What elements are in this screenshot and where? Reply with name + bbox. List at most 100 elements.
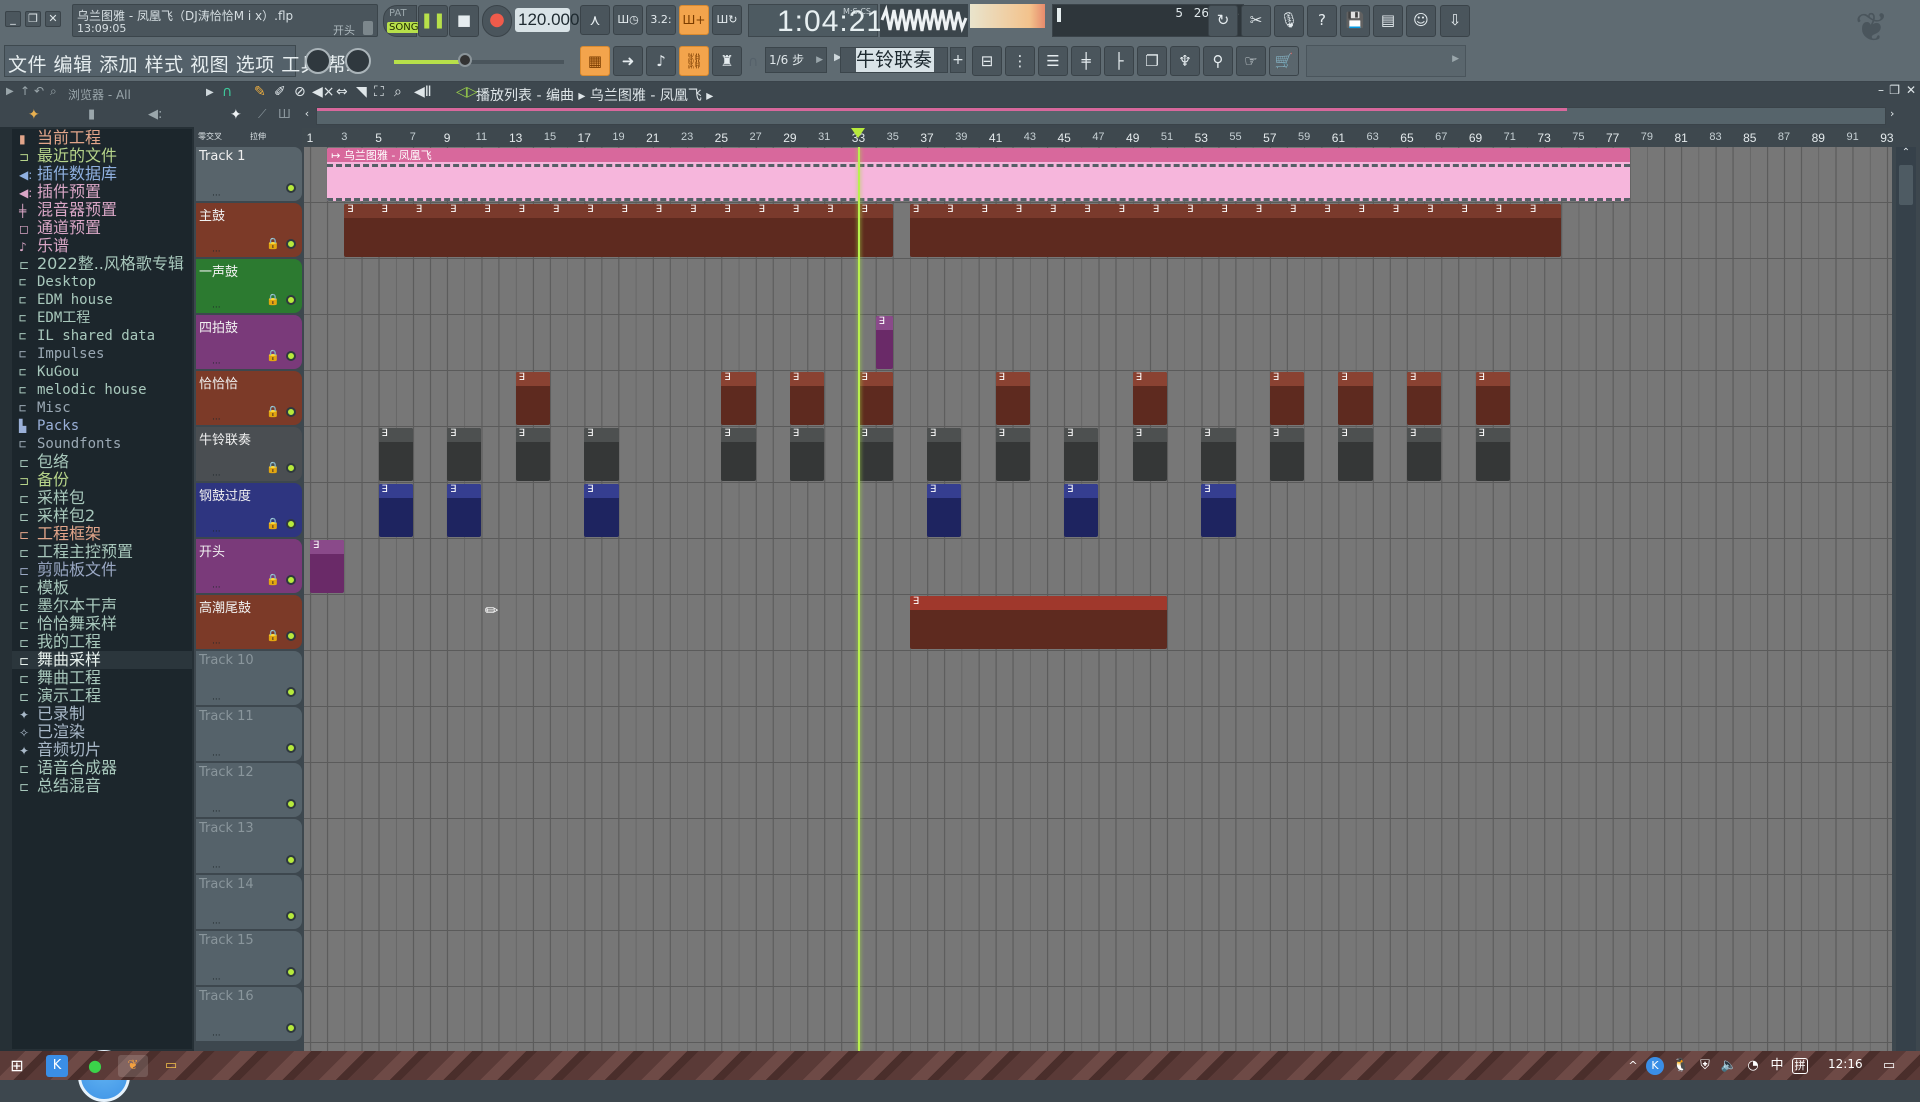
track-grip-icon[interactable]: ··· [212, 247, 221, 257]
pattern-clip[interactable]: ∃ [378, 484, 413, 537]
browser-button[interactable]: ❐ [1137, 46, 1167, 76]
browser-item[interactable]: ⊏ Soundfonts [12, 435, 192, 453]
track-grip-icon[interactable]: ··· [212, 639, 221, 649]
track-mute-led[interactable] [286, 351, 296, 361]
pattern-clip[interactable]: ∃ [310, 540, 345, 593]
shop-button[interactable]: 🛒 [1269, 46, 1299, 76]
tray-kugou-icon[interactable]: K [1646, 1057, 1664, 1075]
track-grip-icon[interactable]: ··· [212, 695, 221, 705]
audio-clip-icon[interactable]: ✦ [230, 107, 242, 123]
clip-header[interactable] [909, 596, 1167, 610]
track-grip-icon[interactable]: ··· [212, 191, 221, 201]
browser-menu-arrow-icon[interactable]: ▶ [6, 86, 14, 97]
playlist-overview-scrollbar[interactable] [316, 107, 1886, 125]
playlist-snap-button[interactable]: ▦ [580, 46, 610, 76]
tray-qq-icon[interactable]: 🐧 [1670, 1055, 1692, 1077]
stop-button[interactable]: ■ [449, 5, 479, 37]
pattern-clip-icon[interactable]: Ш [278, 107, 291, 121]
pattern-clip[interactable]: ∃ [1132, 372, 1167, 425]
browser-item[interactable]: ⊏ 2022整..风格歌专辑 [12, 255, 192, 273]
track-mute-led[interactable] [286, 855, 296, 865]
track-grip-icon[interactable]: ··· [212, 527, 221, 537]
track-lane[interactable] [304, 987, 1892, 1043]
metronome-button[interactable]: ⋏ [580, 5, 610, 35]
playlist-breadcrumb[interactable]: 播放列表 - 编曲 ▸ 乌兰图雅 - 凤凰飞 ▸ [476, 85, 713, 105]
pattern-clip[interactable]: ∃ [378, 428, 413, 481]
track-header[interactable]: 开头 🔒 ··· [196, 539, 302, 593]
clip-header[interactable] [344, 204, 893, 218]
browser-item[interactable]: ⊏ Misc [12, 399, 192, 417]
slice-tool-icon[interactable]: ◥ [356, 84, 367, 100]
restore-button[interactable]: ❐ [25, 11, 41, 27]
pattern-clip[interactable]: ∃ [927, 484, 962, 537]
pattern-clip[interactable]: ∃ [1064, 428, 1099, 481]
close-button[interactable]: ✕ [45, 11, 61, 27]
browser-item[interactable]: ⊏ 墨尔本干声 [12, 597, 192, 615]
track-grip-icon[interactable]: ··· [212, 471, 221, 481]
track-mute-led[interactable] [286, 295, 296, 305]
playlist-maximize-icon[interactable]: ❐ [1889, 83, 1900, 97]
windows-start-icon[interactable]: ⊞ [6, 1055, 28, 1077]
slip-tool-icon[interactable]: ⇔ [336, 84, 348, 100]
paint-tool-icon[interactable]: ✐ [274, 84, 286, 100]
pattern-clip[interactable]: ∃ [1406, 428, 1442, 481]
download-button[interactable]: ⇩ [1440, 5, 1470, 37]
track-mute-led[interactable] [286, 575, 296, 585]
browser-item[interactable]: ▙ Packs [12, 417, 192, 435]
track-mute-led[interactable] [286, 183, 296, 193]
select-tool-icon[interactable]: ⛶ [374, 84, 384, 100]
magnet-snap-icon[interactable]: ∩ [222, 84, 232, 100]
track-lane[interactable] [304, 651, 1892, 707]
browser-item[interactable]: ✧ 已渲染 [12, 723, 192, 741]
track-header[interactable]: 高潮尾鼓 🔒 ··· [196, 595, 302, 649]
browser-item[interactable]: ⊏ 模板 [12, 579, 192, 597]
pattern-clip[interactable]: ∃ [1269, 428, 1305, 481]
fl-studio-taskbar-icon[interactable]: ❦ [118, 1055, 148, 1077]
audio-clip[interactable]: ↦ 乌兰图雅 - 凤凰飞 [327, 148, 1630, 201]
slider-handle[interactable] [458, 53, 472, 67]
track-header[interactable]: 四拍鼓 🔒 ··· [196, 315, 302, 369]
delete-tool-icon[interactable]: ⊘ [294, 84, 306, 100]
edison-button[interactable]: ✂ [1241, 5, 1271, 37]
countdown-button[interactable]: 3.2: [646, 5, 676, 35]
lock-icon[interactable]: 🔒 [266, 237, 280, 250]
wechat-icon[interactable]: ● [84, 1055, 106, 1077]
lock-icon[interactable]: 🔒 [266, 293, 280, 306]
stretch-toggle[interactable]: 拉伸 [250, 131, 266, 142]
browser-item[interactable]: ⊏ Desktop [12, 273, 192, 291]
record-button[interactable]: ● [482, 5, 512, 37]
track-grip-icon[interactable]: ··· [212, 1031, 221, 1041]
audio-filter-icon[interactable]: ✦ [28, 107, 40, 123]
minimize-button[interactable]: _ [5, 11, 21, 27]
browser-item[interactable]: ⊏ EDM house [12, 291, 192, 309]
browser-item[interactable]: ♪ 乐谱 [12, 237, 192, 255]
pattern-clip[interactable]: ∃ [789, 372, 825, 425]
browser-item[interactable]: ⊏ 采样包2 [12, 507, 192, 525]
scroll-left-button[interactable]: ‹ [300, 107, 314, 125]
browser-item[interactable]: ✦ 音频切片 [12, 741, 192, 759]
tempo-tapper-button[interactable]: ⚲ [1203, 46, 1233, 76]
pattern-clip[interactable]: ∃ [1475, 428, 1510, 481]
clip-header[interactable] [327, 148, 1630, 162]
channel-rack-button[interactable]: ☰ [1038, 46, 1068, 76]
pattern-clip[interactable]: ∃ [447, 484, 482, 537]
pattern-selector[interactable]: 牛铃联奏 [840, 47, 948, 73]
lock-icon[interactable]: 🔒 [266, 349, 280, 362]
tray-security-icon[interactable]: ⛨ [1694, 1055, 1716, 1077]
track-header[interactable]: Track 16 ··· [196, 987, 302, 1041]
track-header[interactable]: 主鼓 🔒 ··· [196, 203, 302, 257]
pattern-clip[interactable]: ∃ [995, 372, 1030, 425]
lock-icon[interactable]: 🔒 [266, 405, 280, 418]
browser-item[interactable]: ⊏ Impulses [12, 345, 192, 363]
track-grip-icon[interactable]: ··· [212, 863, 221, 873]
undo-history-button[interactable]: ↻ [1208, 5, 1238, 37]
tray-network-icon[interactable]: ◔ [1742, 1055, 1764, 1077]
pattern-clip[interactable]: ∃ [858, 372, 893, 425]
touch-controller-button[interactable]: ☞ [1236, 46, 1266, 76]
browser-item[interactable]: ◀: 插件数据库 [12, 165, 192, 183]
track-grip-icon[interactable]: ··· [212, 919, 221, 929]
track-lane[interactable] [304, 539, 1892, 595]
pattern-clip[interactable]: ∃ [1406, 372, 1442, 425]
song-time-display[interactable]: 1:04:21 M:S:CS [748, 4, 883, 38]
track-header[interactable]: 钢鼓过度 🔒 ··· [196, 483, 302, 537]
